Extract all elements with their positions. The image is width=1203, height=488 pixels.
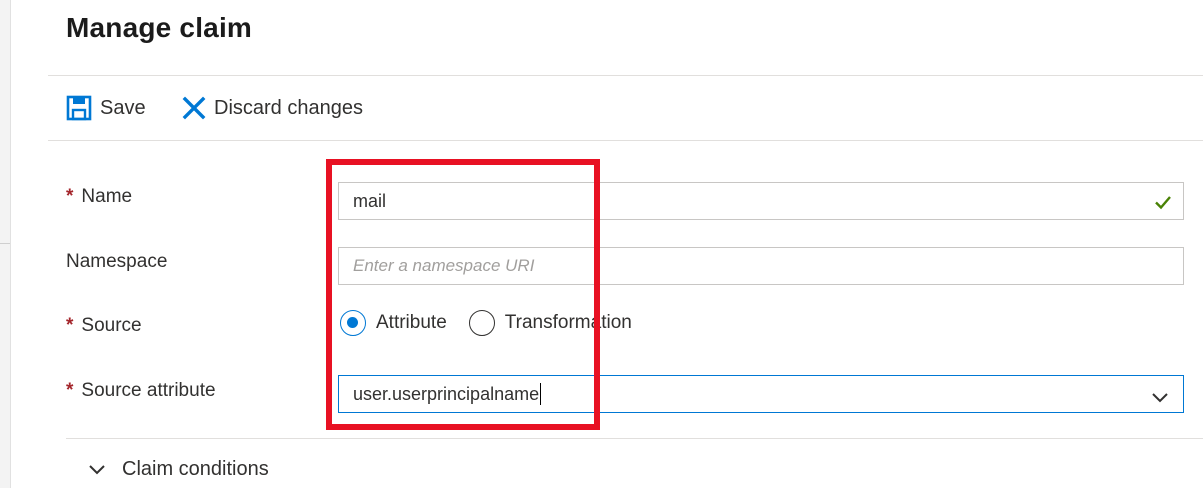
save-button[interactable]: Save [66,94,146,122]
save-label: Save [100,96,146,119]
toolbar-divider [48,140,1203,141]
required-marker: * [66,186,74,207]
rail-divider [0,243,10,244]
namespace-placeholder: Enter a namespace URI [353,256,535,275]
radio-transformation-label: Transformation [504,312,632,333]
source-attribute-label-text: Source attribute [81,380,216,401]
claim-conditions-label: Claim conditions [122,458,269,480]
page-title: Manage claim [66,12,253,43]
namespace-label-text: Namespace [66,251,168,272]
text-cursor [540,383,542,405]
source-attribute-label: * Source attribute [66,380,216,402]
radio-attribute[interactable]: Attribute [340,310,447,336]
name-label-text: Name [81,186,133,207]
namespace-field[interactable]: Enter a namespace URI [338,247,1184,285]
source-label-text: Source [81,315,142,336]
chevron-down-icon[interactable] [1151,388,1169,409]
section-divider [66,438,1203,439]
radio-transformation[interactable]: Transformation [468,310,632,336]
claim-conditions-toggle[interactable]: Claim conditions [88,458,269,481]
name-value: mail [353,190,387,211]
source-label: * Source [66,315,142,337]
radio-attribute-circle[interactable] [340,310,366,336]
source-attribute-select[interactable]: user.userprincipalname [338,375,1184,413]
discard-label: Discard changes [214,96,363,119]
name-label: * Name [66,186,132,208]
namespace-label: Namespace [66,251,167,273]
source-attribute-value: user.userprincipalname [353,383,540,404]
checkmark-icon [1153,192,1173,217]
source-radio-group: Attribute Transformation [340,310,654,336]
left-rail [0,0,11,488]
discard-changes-button[interactable]: Discard changes [182,94,363,122]
name-field[interactable]: mail [338,182,1184,220]
radio-attribute-label: Attribute [376,312,447,333]
required-marker: * [66,380,74,401]
close-icon [182,96,206,120]
header-divider [48,75,1203,76]
radio-transformation-circle[interactable] [468,310,495,336]
required-marker: * [66,315,74,336]
save-icon [66,95,92,121]
chevron-down-icon [88,464,106,476]
